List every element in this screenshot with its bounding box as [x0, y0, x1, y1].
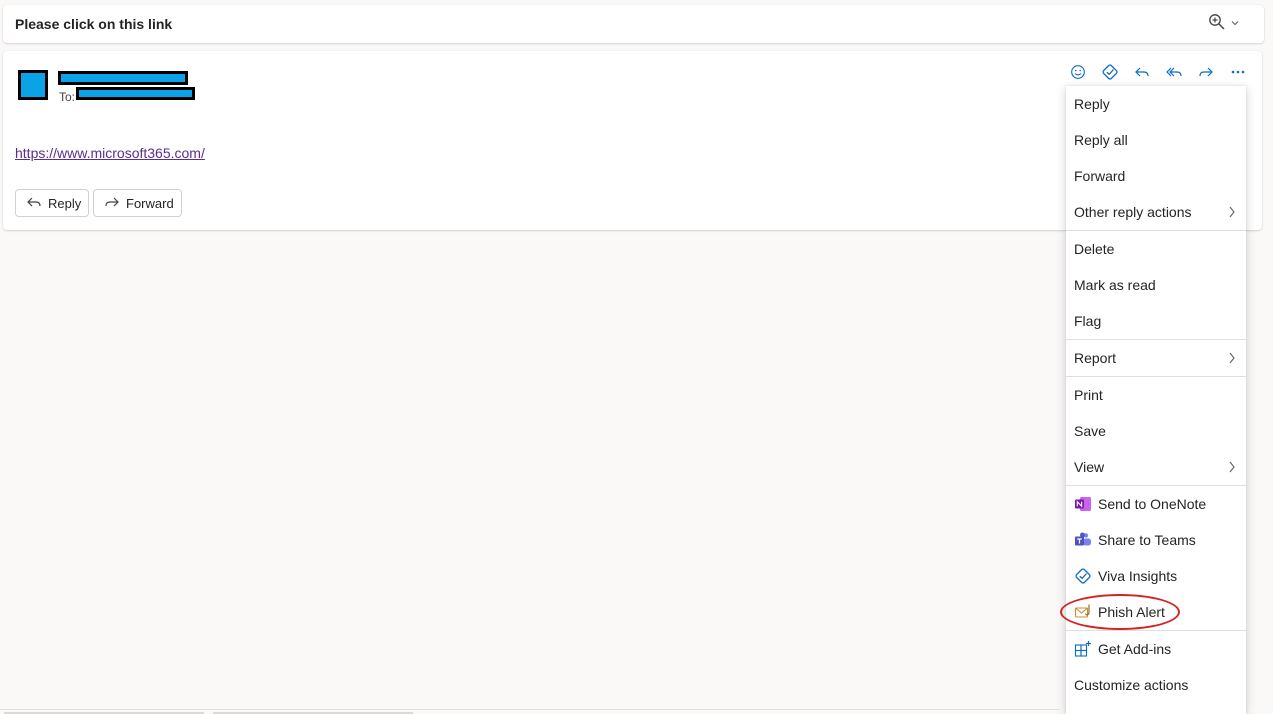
- menu-item-view[interactable]: View: [1066, 449, 1246, 485]
- more-actions-menu: Reply Reply all Forward Other reply acti…: [1066, 86, 1246, 714]
- menu-item-get-add-ins[interactable]: Get Add-ins: [1066, 631, 1246, 667]
- more-options-icon[interactable]: [1222, 62, 1254, 82]
- menu-item-phish-alert[interactable]: Phish Alert: [1066, 594, 1246, 630]
- menu-item-reply-all[interactable]: Reply all: [1066, 122, 1246, 158]
- menu-item-label: Send to OneNote: [1098, 496, 1207, 512]
- chevron-right-icon: [1228, 351, 1236, 368]
- forward-button-label: Forward: [126, 195, 174, 211]
- menu-item-customize-actions[interactable]: Customize actions: [1066, 667, 1246, 703]
- menu-item-save[interactable]: Save: [1066, 413, 1246, 449]
- forward-icon: [104, 195, 120, 212]
- reply-button[interactable]: Reply: [15, 189, 89, 217]
- menu-item-label: Flag: [1074, 313, 1102, 329]
- zoom-in-icon: [1208, 13, 1226, 36]
- menu-item-label: Viva Insights: [1098, 568, 1178, 584]
- phish-alert-icon: [1074, 603, 1092, 621]
- bottom-scroll-strip: [0, 709, 1060, 714]
- emoji-icon[interactable]: [1062, 62, 1094, 82]
- menu-item-viva-insights[interactable]: Viva Insights: [1066, 558, 1246, 594]
- menu-item-label: Get Add-ins: [1098, 641, 1172, 657]
- menu-item-flag[interactable]: Flag: [1066, 303, 1246, 339]
- reply-all-icon[interactable]: [1158, 62, 1190, 82]
- reply-icon[interactable]: [1126, 62, 1158, 82]
- menu-item-other-reply-actions[interactable]: Other reply actions: [1066, 194, 1246, 230]
- onenote-icon: [1074, 495, 1092, 513]
- sender-avatar: [18, 70, 48, 100]
- forward-icon[interactable]: [1190, 62, 1222, 82]
- message-toolbar: [1062, 62, 1254, 82]
- recipient-redacted: [76, 87, 195, 100]
- menu-item-label: Delete: [1074, 241, 1115, 257]
- menu-item-reply[interactable]: Reply: [1066, 86, 1246, 122]
- to-label: To:: [59, 90, 76, 104]
- menu-item-print[interactable]: Print: [1066, 377, 1246, 413]
- get-addins-icon: [1074, 640, 1092, 658]
- message-body-link[interactable]: https://www.microsoft365.com/: [15, 145, 205, 161]
- menu-item-forward[interactable]: Forward: [1066, 158, 1246, 194]
- menu-item-label: Phish Alert: [1098, 604, 1165, 620]
- chevron-right-icon: [1228, 460, 1236, 477]
- zoom-button[interactable]: [1208, 13, 1240, 35]
- chevron-down-icon: [1230, 15, 1240, 33]
- reply-icon: [26, 195, 42, 212]
- menu-item-delete[interactable]: Delete: [1066, 231, 1246, 267]
- menu-item-label: Forward: [1074, 168, 1126, 184]
- menu-item-label: Share to Teams: [1098, 532, 1196, 548]
- menu-item-share-to-teams[interactable]: Share to Teams: [1066, 522, 1246, 558]
- forward-button[interactable]: Forward: [93, 189, 182, 217]
- viva-insights-icon: [1074, 567, 1092, 585]
- menu-item-label: Reply: [1074, 96, 1110, 112]
- chevron-right-icon: [1228, 205, 1236, 222]
- menu-item-label: View: [1074, 459, 1105, 475]
- sender-name-redacted: [58, 71, 188, 85]
- subject-bar: Please click on this link: [3, 5, 1264, 43]
- menu-item-label: Print: [1074, 387, 1103, 403]
- menu-item-label: Reply all: [1074, 132, 1128, 148]
- menu-item-send-to-onenote[interactable]: Send to OneNote: [1066, 486, 1246, 522]
- menu-item-label: Mark as read: [1074, 277, 1156, 293]
- teams-icon: [1074, 531, 1092, 549]
- message-subject: Please click on this link: [15, 16, 173, 32]
- menu-item-label: Customize actions: [1074, 677, 1189, 693]
- reply-button-label: Reply: [48, 195, 82, 211]
- menu-item-report[interactable]: Report: [1066, 340, 1246, 376]
- viva-insights-icon[interactable]: [1094, 62, 1126, 82]
- menu-item-mark-as-read[interactable]: Mark as read: [1066, 267, 1246, 303]
- menu-item-label: Save: [1074, 423, 1106, 439]
- menu-item-label: Report: [1074, 350, 1117, 366]
- menu-item-label: Other reply actions: [1074, 204, 1192, 220]
